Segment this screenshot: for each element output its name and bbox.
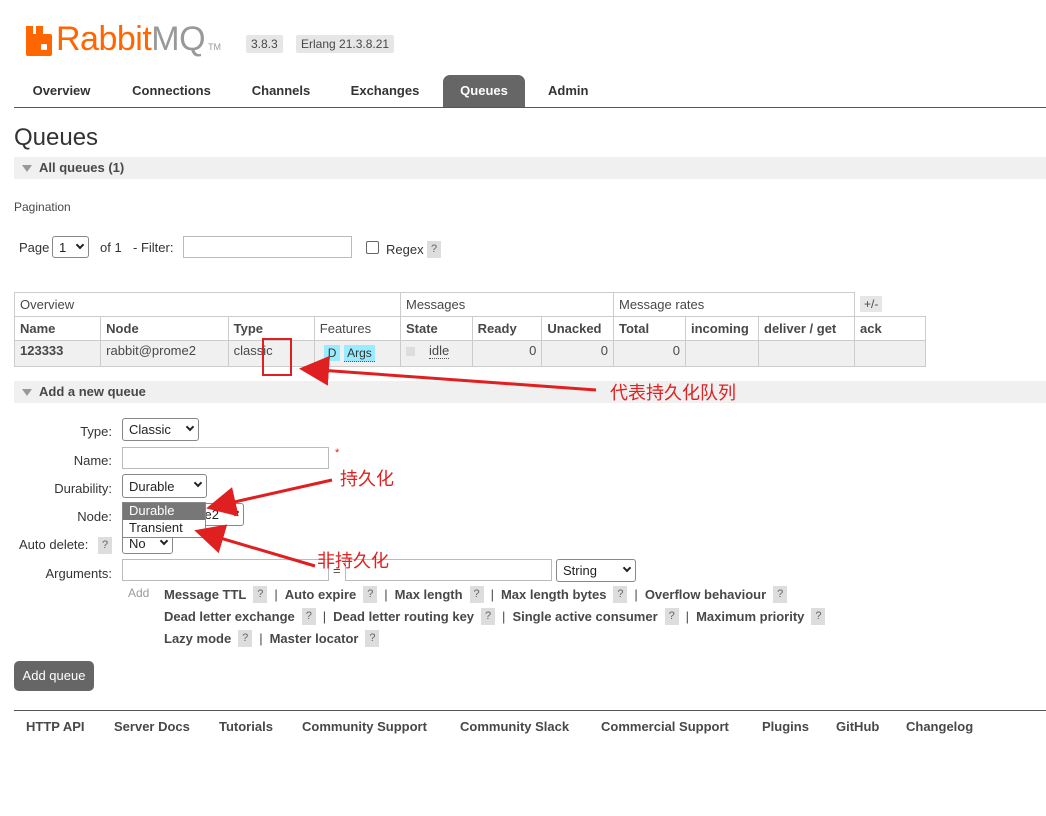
annotation-durable-queue: 代表持久化队列 [610, 383, 736, 404]
annotation-arrow-transient [194, 524, 316, 568]
annotation-durable: 持久化 [340, 469, 394, 490]
annotation-arrows [194, 355, 597, 568]
annotation-arrow-durable [206, 478, 333, 517]
annotation-arrow-durable-queue [299, 355, 597, 392]
annotation-transient: 非持久化 [317, 551, 389, 572]
